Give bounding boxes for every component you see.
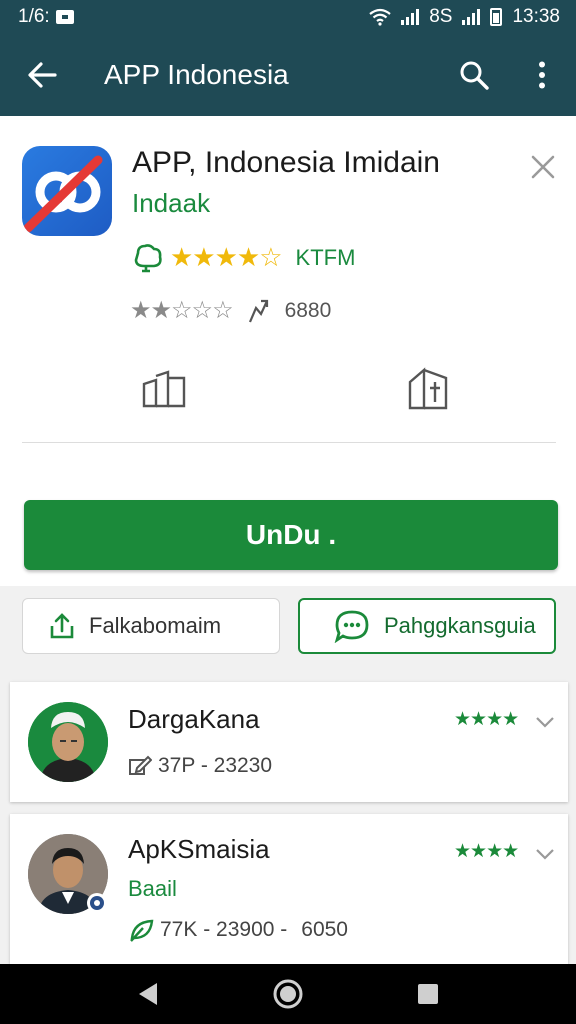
status-bar: 1/6: 8S 13:38 <box>0 0 576 34</box>
close-button[interactable] <box>526 150 560 184</box>
user-rating-stars: ★★★★ <box>454 841 519 862</box>
leaf-icon <box>130 919 154 942</box>
avatar <box>28 702 108 782</box>
user-meta-text: 37P - 23230 <box>158 754 273 777</box>
app-bar: APP Indonesia <box>0 34 576 116</box>
bookmark-house-icon <box>408 367 448 410</box>
status-time: 13:38 <box>512 6 560 27</box>
user-meta: 37P - 23230 <box>128 754 272 778</box>
system-nav-bar <box>0 964 576 1024</box>
review-stars: ★★☆☆☆ <box>130 297 234 324</box>
library-icon <box>142 370 186 408</box>
home-circle-icon[interactable] <box>272 978 304 1010</box>
divider <box>22 442 556 443</box>
meta-row: ★★☆☆☆ 6880 <box>130 296 331 325</box>
list-item[interactable]: DargaKana 37P - 23230 ★★★★ <box>10 682 568 802</box>
download-count: 6880 <box>284 298 332 322</box>
app-icon <box>22 146 112 236</box>
library-button[interactable] <box>140 366 190 412</box>
rating-code: KTFM <box>295 244 356 270</box>
status-time-left: 1/6: <box>18 6 50 27</box>
person-avatar-icon <box>28 702 108 782</box>
install-button[interactable]: UnDu . <box>24 500 558 570</box>
recents-square-icon[interactable] <box>415 981 441 1007</box>
bookmark-button[interactable] <box>406 364 456 410</box>
badge-icon <box>134 243 162 272</box>
rating-row: ★★★★☆ KTFM <box>130 242 355 273</box>
wifi-icon <box>369 8 391 26</box>
signal-icon <box>401 9 420 25</box>
close-icon <box>531 155 555 179</box>
arrow-left-icon <box>28 62 57 88</box>
carrier-label: 8S <box>429 6 453 27</box>
back-triangle-icon[interactable] <box>135 980 161 1008</box>
app-title: APP, Indonesia Imidain <box>132 146 440 179</box>
search-icon <box>460 61 489 90</box>
user-meta-extra: 6050 <box>301 918 348 941</box>
developer-name[interactable]: Indaak <box>132 188 210 219</box>
download-icon <box>248 299 268 322</box>
user-rating-stars: ★★★★ <box>454 709 519 730</box>
more-options-button[interactable] <box>508 34 576 116</box>
chevron-down-icon[interactable] <box>534 714 556 730</box>
user-meta: 77K - 23900 - 6050 <box>128 918 348 942</box>
verified-badge-icon <box>87 893 107 913</box>
back-button[interactable] <box>0 34 84 116</box>
chat-button[interactable]: Pahggkansguia <box>298 598 556 654</box>
share-label: Falkabomaim <box>89 613 222 638</box>
signal-icon-2 <box>462 9 481 25</box>
search-button[interactable] <box>440 34 508 116</box>
user-name: DargaKana <box>128 704 260 734</box>
chat-icon <box>334 610 369 643</box>
user-meta-text: 77K - 23900 - <box>160 918 288 941</box>
list-item[interactable]: ApKSmaisia Baail 77K - 23900 - 6050 ★★★★ <box>10 814 568 964</box>
app-logo-icon <box>23 155 103 233</box>
user-name: ApKSmaisia <box>128 834 270 864</box>
edit-icon <box>129 755 152 775</box>
notification-icon <box>55 10 74 24</box>
page-title: APP Indonesia <box>104 59 289 90</box>
battery-icon <box>490 8 503 26</box>
share-button[interactable]: Falkabomaim <box>22 598 280 654</box>
more-vert-icon <box>539 61 545 89</box>
user-sub-label: Baail <box>128 876 177 901</box>
chevron-down-icon[interactable] <box>534 846 556 862</box>
share-icon <box>50 613 74 639</box>
chat-label: Pahggkansguia <box>384 613 536 638</box>
rating-stars: ★★★★☆ <box>170 242 283 272</box>
